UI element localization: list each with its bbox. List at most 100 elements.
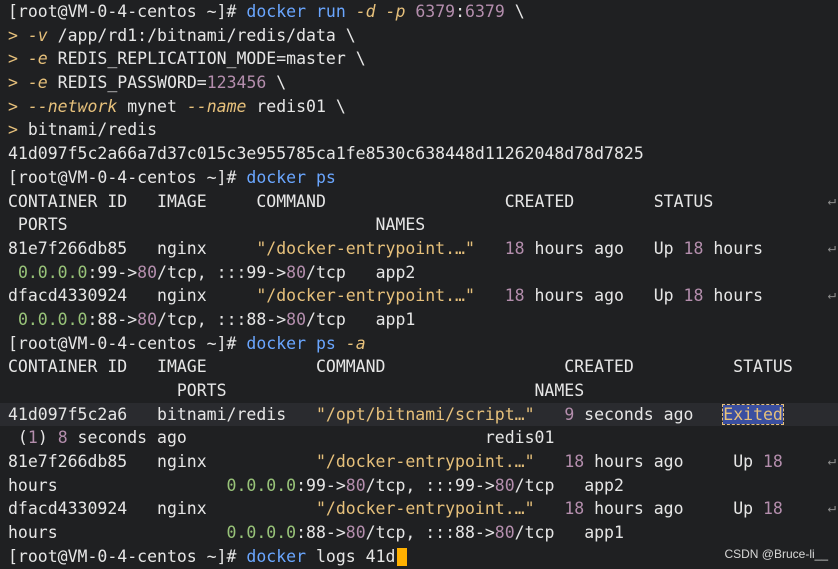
terminal-line: hours 0.0.0.0:99->80/tcp, :::99->80/tcp …	[8, 474, 838, 498]
terminal-line: > -v /app/rd1:/bitnami/redis/data \	[8, 24, 838, 48]
terminal-text: CONTAINER ID IMAGE COMMAND CREATED STATU…	[8, 357, 793, 377]
terminal-text: docker ps	[246, 167, 336, 187]
terminal-text: )	[37, 428, 58, 448]
terminal-line: > -e REDIS_REPLICATION_MODE=master \	[8, 47, 838, 71]
terminal-text: :88->	[87, 309, 138, 329]
terminal-text: dfacd4330924 nginx	[8, 499, 316, 519]
terminal-text: [root@VM-0-4-centos ~]#	[8, 167, 247, 187]
terminal-text: 80	[345, 523, 366, 543]
terminal-text: PORTS NAMES	[8, 381, 585, 400]
terminal-line: > bitnami/redis	[8, 118, 838, 142]
terminal-text: logs 41d	[315, 546, 396, 566]
terminal-text: -e	[27, 49, 48, 69]
terminal-text: >	[8, 73, 28, 93]
terminal-text: 80	[494, 475, 515, 495]
terminal-text: :	[455, 2, 466, 21]
terminal-text: /tcp, :::99->	[365, 475, 495, 495]
terminal-text: 18	[504, 286, 525, 306]
terminal-text: docker run	[246, 2, 356, 21]
terminal-text: 80	[137, 262, 158, 282]
terminal-text: [root@VM-0-4-centos ~]#	[8, 333, 247, 353]
terminal-text: -a	[345, 333, 366, 353]
terminal-text: :	[137, 25, 148, 45]
terminal-text: REDIS_PASSWORD=	[47, 73, 207, 93]
terminal-line: 41d097f5c2a66a7d37c015c3e955785ca1fe8530…	[8, 142, 838, 166]
terminal-output: [root@VM-0-4-centos ~]# docker run -d -p…	[0, 0, 838, 569]
terminal-text: CONTAINER ID IMAGE COMMAND CREATED STATU…	[8, 191, 714, 211]
terminal-line: 0.0.0.0:99->80/tcp, :::99->80/tcp app2	[8, 261, 838, 285]
terminal-text: 18	[683, 238, 704, 258]
terminal-line: dfacd4330924 nginx "/docker-entrypoint.……	[8, 497, 838, 521]
watermark: CSDN @Bruce-li__	[724, 547, 828, 561]
terminal-text: /tcp, :::88->	[365, 523, 495, 543]
terminal-text: seconds ago	[574, 404, 724, 424]
terminal-line: 81e7f266db85 nginx "/docker-entrypoint.……	[8, 237, 838, 261]
line-wrap-icon: ↵	[827, 500, 836, 517]
terminal-text: seconds ago redis01	[67, 428, 555, 448]
terminal-text: 41d097f5c2a66a7d37c015c3e955785ca1fe8530…	[8, 144, 644, 164]
terminal-text: --name	[186, 96, 247, 116]
terminal-text: 81e7f266db85 nginx	[8, 452, 316, 472]
terminal-text: [root@VM-0-4-centos ~]#	[8, 2, 247, 21]
terminal-text: hours ago Up	[524, 238, 684, 258]
terminal-text: hours	[703, 286, 764, 306]
terminal-text: 123456	[206, 73, 267, 93]
terminal-line: dfacd4330924 nginx "/docker-entrypoint.……	[8, 284, 838, 308]
line-wrap-icon: ↵	[827, 239, 836, 256]
terminal-window[interactable]: [root@VM-0-4-centos ~]# docker run -d -p…	[0, 0, 838, 567]
terminal-text: \	[266, 73, 287, 93]
line-wrap-icon: ↵	[827, 287, 836, 304]
terminal-text: 8	[57, 428, 68, 448]
terminal-text: >	[8, 96, 28, 116]
terminal-text: (	[8, 428, 28, 448]
terminal-text: hours	[703, 238, 764, 258]
terminal-text: >	[8, 120, 28, 140]
terminal-text: 9	[564, 404, 575, 424]
terminal-text: 80	[345, 475, 366, 495]
terminal-text: docker ps	[246, 333, 346, 353]
terminal-text: :88->	[296, 523, 346, 543]
terminal-text: 0.0.0.0	[17, 262, 88, 282]
terminal-text: 18	[564, 499, 585, 519]
terminal-text: hours ago Up	[524, 286, 684, 306]
terminal-text: hours	[8, 475, 227, 495]
text-cursor	[397, 547, 407, 566]
terminal-line: 0.0.0.0:88->80/tcp, :::88->80/tcp app1	[8, 308, 838, 332]
terminal-text: 80	[494, 523, 515, 543]
terminal-text: "/docker-entrypoint.…"	[315, 452, 535, 472]
terminal-line: PORTS NAMES	[8, 379, 838, 403]
terminal-text: hours	[8, 523, 227, 543]
terminal-text: /bitnami/redis/data \	[147, 25, 356, 45]
line-wrap-icon: ↵	[827, 453, 836, 470]
terminal-text: dfacd4330924 nginx	[8, 286, 257, 306]
terminal-text: hours ago Up	[584, 452, 763, 472]
terminal-line: > --network mynet --name redis01 \	[8, 95, 838, 119]
terminal-text: /tcp, :::99->	[157, 262, 287, 282]
terminal-text: hours ago Up	[584, 499, 763, 519]
terminal-text: --network	[27, 96, 118, 116]
terminal-text: -p	[385, 2, 406, 21]
terminal-text: -v	[27, 25, 48, 45]
terminal-text: 6379	[415, 2, 456, 21]
terminal-line: hours 0.0.0.0:88->80/tcp, :::88->80/tcp …	[8, 521, 838, 545]
status-exited-badge: Exited	[722, 403, 784, 425]
line-wrap-icon: ↵	[827, 192, 836, 209]
terminal-line: CONTAINER ID IMAGE COMMAND CREATED STATU…	[8, 355, 838, 379]
terminal-text: >	[8, 25, 28, 45]
terminal-text: 81e7f266db85 nginx	[8, 238, 257, 258]
terminal-text: 6379	[465, 2, 505, 21]
terminal-line: PORTS NAMES	[8, 213, 838, 237]
terminal-line: 41d097f5c2a6 bitnami/redis "/opt/bitnami…	[0, 402, 838, 427]
terminal-text: :99->	[296, 475, 346, 495]
terminal-text: 41d097f5c2a6 bitnami/redis	[8, 404, 316, 424]
terminal-text: 80	[286, 262, 307, 282]
terminal-line: [root@VM-0-4-centos ~]# docker run -d -p…	[8, 0, 838, 24]
terminal-text: [root@VM-0-4-centos ~]#	[8, 546, 247, 566]
terminal-text: :99->	[87, 262, 138, 282]
